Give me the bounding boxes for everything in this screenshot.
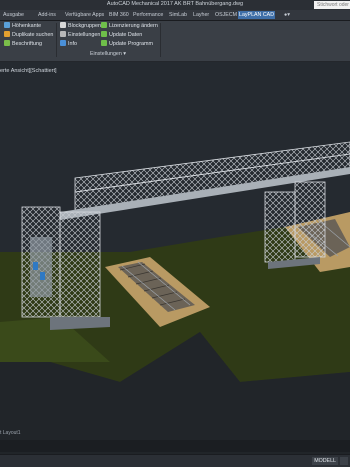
drawing-viewport[interactable] xyxy=(0,62,350,454)
scaffold-bridge-model xyxy=(0,62,350,454)
grid-icon[interactable] xyxy=(340,457,348,465)
title-bar: AutoCAD Mechanical 2017 AK BRT Bahnüberg… xyxy=(0,0,350,10)
right-tower xyxy=(264,191,296,263)
update-daten-button[interactable]: Update Daten xyxy=(101,31,142,39)
einstellungen-button[interactable]: Einstellungen xyxy=(60,31,100,39)
tab-ausgabe[interactable]: Ausgabe xyxy=(2,11,25,19)
tab-add-ins[interactable]: Add-ins xyxy=(37,11,57,19)
tab-overflow-icon[interactable]: ●▾ xyxy=(283,11,291,19)
height-icon xyxy=(4,22,10,28)
ribbon-panel: Höhenkante Duplikate suchen Beschriftung… xyxy=(0,21,350,62)
gear-icon xyxy=(60,31,66,37)
block-icon xyxy=(60,22,66,28)
tab-simlab[interactable]: SimLab xyxy=(168,11,188,19)
update-programm-button[interactable]: Update Programm xyxy=(101,40,153,48)
tab-apps[interactable]: Verfügbare Apps xyxy=(64,11,105,19)
window-title: AutoCAD Mechanical 2017 AK BRT Bahnüberg… xyxy=(106,1,244,7)
status-bar: MODELL xyxy=(0,454,350,467)
duplicate-icon xyxy=(4,31,10,37)
panel-label-einstellungen[interactable]: Einstellungen ▾ xyxy=(90,51,126,57)
hoehenkante-button[interactable]: Höhenkante xyxy=(4,22,41,30)
ribbon-separator xyxy=(160,23,161,57)
tab-osjecm[interactable]: OSJECM xyxy=(214,11,238,19)
beschriftung-button[interactable]: Beschriftung xyxy=(4,40,42,48)
ribbon-separator xyxy=(56,23,57,57)
tab-performance[interactable]: Performance xyxy=(132,11,164,19)
tab-layplan-cad[interactable]: LayPLAN CAD xyxy=(238,11,276,19)
blockgruppen-button[interactable]: Blockgruppen xyxy=(60,22,101,30)
layout-tab-strip[interactable]: t Layout1 xyxy=(0,430,350,438)
info-button[interactable]: Info xyxy=(60,40,77,48)
label-icon xyxy=(4,40,10,46)
license-icon xyxy=(101,22,107,28)
update-icon xyxy=(101,31,107,37)
tab-layher[interactable]: Layher xyxy=(192,11,210,19)
search-input[interactable]: Stichwort oder xyxy=(314,1,350,9)
info-icon xyxy=(60,40,66,46)
viewport-view-label[interactable]: erte Ansicht][Schattiert] xyxy=(0,68,57,74)
model-space-button[interactable]: MODELL xyxy=(312,457,338,465)
update-icon xyxy=(101,40,107,46)
ribbon-tabs: Ausgabe Add-ins Verfügbare Apps BIM 360 … xyxy=(0,10,350,21)
lizenzierung-button[interactable]: Lizenzierung ändern xyxy=(101,22,158,30)
duplikate-suchen-button[interactable]: Duplikate suchen xyxy=(4,31,53,39)
command-area[interactable] xyxy=(0,440,350,452)
tab-bim360[interactable]: BIM 360 xyxy=(108,11,130,19)
